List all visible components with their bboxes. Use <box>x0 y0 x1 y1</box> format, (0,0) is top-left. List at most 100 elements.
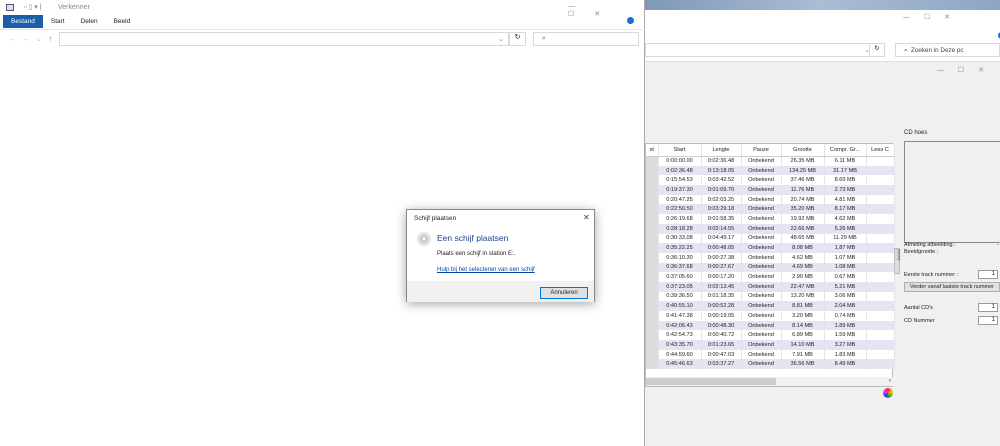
column-header[interactable]: Lees C <box>866 144 895 157</box>
table-cell: 2.90 MB <box>781 272 825 282</box>
refresh-icon[interactable]: ↻ <box>509 32 526 46</box>
table-cell: 0:37:05.60 <box>658 272 702 282</box>
disc-icon <box>417 232 431 246</box>
row-cell <box>646 175 659 186</box>
table-cell: 26.35 MB <box>781 156 825 166</box>
row-cell <box>646 204 659 215</box>
table-cell: 0:36:10.30 <box>658 252 702 263</box>
table-cell: 0:28:18.28 <box>658 223 702 234</box>
table-row[interactable]: 0:43:35.70 0:01:23.65 Onbekend 14.10 MB 3.27… <box>646 340 895 350</box>
image-size-label: Afmeting afbeelding : <box>904 242 956 248</box>
table-cell: Onbekend <box>741 330 782 341</box>
table-cell <box>866 185 895 195</box>
window-controls[interactable]: —☐✕ <box>568 3 644 18</box>
table-row[interactable]: 0:00:00.00 0:02:36.48 Onbekend 26.35 MB 6.11… <box>646 156 895 166</box>
table-row[interactable]: 0:26:19.68 0:01:58.35 Onbekend 19.92 MB 4.62… <box>646 214 895 224</box>
table-cell: 0:00:47.03 <box>701 349 742 360</box>
column-header[interactable]: Grootte <box>781 144 825 157</box>
row-cell <box>646 165 659 176</box>
explorer-window-background[interactable]: —☐✕ ⌄ ↻ ⌕ Zoeken in Deze pc <box>645 10 1000 62</box>
table-row[interactable]: 0:41:47.38 0:00:19.05 Onbekend 3.20 MB 0.74 … <box>646 311 895 321</box>
column-header[interactable]: Compr. Gr... <box>824 144 867 157</box>
table-row[interactable]: 0:28:18.28 0:02:14.55 Onbekend 22.66 MB 5.26… <box>646 223 895 234</box>
table-cell: 0:00:27.67 <box>701 262 742 273</box>
row-cell <box>646 233 659 244</box>
column-header[interactable]: Lengte <box>701 144 742 157</box>
cd-count-input[interactable]: 1 <box>978 303 998 312</box>
window-controls[interactable]: —☐✕ <box>937 66 998 74</box>
cd-number-input[interactable]: 1 <box>978 316 998 325</box>
table-row[interactable]: 0:02:36.48 0:13:18.05 Onbekend 134.25 MB 31.… <box>646 165 895 176</box>
cd-cover-image[interactable] <box>904 141 1000 243</box>
table-cell: 0:00:27.38 <box>701 252 742 263</box>
table-row[interactable]: 0:20:47.25 0:02:03.25 Onbekend 20.74 MB 4.81… <box>646 194 895 205</box>
table-cell: Onbekend <box>741 359 782 370</box>
table-row[interactable]: 0:19:37.30 0:01:09.70 Onbekend 11.76 MB 2.73… <box>646 185 895 195</box>
dialog-heading: Een schijf plaatsen <box>437 233 509 243</box>
column-header[interactable]: Pauze <box>741 144 782 157</box>
table-row[interactable]: 0:44:59.60 0:00:47.03 Onbekend 7.91 MB 1.83 … <box>646 349 895 360</box>
window-controls[interactable]: —☐✕ <box>903 13 964 21</box>
tab-beeld[interactable]: Beeld <box>106 15 139 28</box>
tab-delen[interactable]: Delen <box>73 15 106 28</box>
table-row[interactable]: 0:37:05.60 0:00:17.20 Onbekend 2.90 MB 0.67 … <box>646 272 895 282</box>
table-cell: 3.06 MB <box>824 291 867 302</box>
refresh-icon[interactable]: ↻ <box>869 43 885 57</box>
search-input[interactable]: ⌕ <box>533 32 639 46</box>
table-row[interactable]: 0:37:23.05 0:02:13.45 Onbekend 22.47 MB 5.21… <box>646 281 895 292</box>
help-link[interactable]: Hulp bij het selecteren van een schijf <box>437 267 535 273</box>
table-cell <box>866 175 895 186</box>
tab-start[interactable]: Start <box>43 15 73 28</box>
help-icon[interactable] <box>627 17 634 24</box>
track-table[interactable]: st Start Lengte Pauze Grootte Compr. Gr... Lee… <box>645 143 895 387</box>
continue-from-last-track-button[interactable]: Verder vanaf laatste track nummer <box>904 282 1000 292</box>
table-row[interactable]: 0:40:55.10 0:00:52.28 Onbekend 8.81 MB 2.04 … <box>646 301 895 311</box>
table-cell: 14.10 MB <box>781 340 825 350</box>
first-track-input[interactable]: 1 <box>978 270 998 279</box>
table-cell: 36.56 MB <box>781 359 825 370</box>
table-row[interactable]: 0:22:50.50 0:03:29.18 Onbekend 35.20 MB 8.17… <box>646 204 895 215</box>
table-cell: 0:41:47.38 <box>658 311 702 321</box>
scrollbar-thumb[interactable] <box>646 378 776 385</box>
expand-panel-button[interactable]: >>>> <box>894 248 901 274</box>
table-row[interactable]: 0:39:36.50 0:01:18.35 Onbekend 13.20 MB 3.06… <box>646 291 895 302</box>
search-input[interactable]: ⌕ Zoeken in Deze pc <box>895 43 1000 57</box>
table-cell: Onbekend <box>741 311 782 321</box>
table-cell <box>866 262 895 273</box>
table-row[interactable]: 0:45:46.63 0:03:37.27 Onbekend 36.56 MB 8.49… <box>646 359 895 370</box>
table-row[interactable]: 0:42:54.73 0:00:40.72 Onbekend 6.89 MB 1.59 … <box>646 330 895 341</box>
table-cell: Onbekend <box>741 281 782 292</box>
address-bar[interactable]: ⌄ <box>645 43 885 57</box>
nav-buttons[interactable]: ←→⌄↑ <box>8 35 59 43</box>
table-row[interactable]: 0:15:54.53 0:03:42.52 Onbekend 37.46 MB 8.69… <box>646 175 895 186</box>
quick-access-icons[interactable]: ▫ ▯ ▾ | <box>24 3 42 11</box>
cancel-button[interactable]: Annuleren <box>540 287 588 299</box>
close-icon[interactable]: ✕ <box>583 213 590 222</box>
table-cell: 0:15:54.53 <box>658 175 702 186</box>
row-cell <box>646 194 659 205</box>
tab-bestand[interactable]: Bestand <box>3 15 43 28</box>
table-cell: 0:00:52.28 <box>701 301 742 311</box>
table-row[interactable]: 0:30:33.08 0:04:49.17 Onbekend 48.65 MB 11.2… <box>646 233 895 244</box>
table-cell: 0:42:06.43 <box>658 320 702 331</box>
table-cell: 2.04 MB <box>824 301 867 311</box>
row-cell <box>646 156 659 166</box>
address-bar[interactable]: ⌄ <box>59 32 509 46</box>
table-row[interactable]: 0:36:37.68 0:00:27.67 Onbekend 4.69 MB 1.08 … <box>646 262 895 273</box>
table-cell: 3.20 MB <box>781 311 825 321</box>
horizontal-scrollbar[interactable]: › <box>646 377 894 386</box>
column-header[interactable]: Start <box>658 144 702 157</box>
table-cell: 20.74 MB <box>781 194 825 205</box>
table-row[interactable]: 0:42:06.43 0:00:48.30 Onbekend 8.14 MB 1.89 … <box>646 320 895 331</box>
table-cell: 8.14 MB <box>781 320 825 331</box>
table-cell: Onbekend <box>741 175 782 186</box>
cd-cover-label: CD hoes <box>904 130 928 136</box>
table-row[interactable]: 0:36:10.30 0:00:27.38 Onbekend 4.62 MB 1.07 … <box>646 252 895 263</box>
table-row[interactable]: 0:35:22.25 0:00:48.05 Onbekend 8.08 MB 1.87 … <box>646 243 895 253</box>
table-cell: Onbekend <box>741 194 782 205</box>
table-cell: 6.11 MB <box>824 156 867 166</box>
table-cell <box>866 291 895 302</box>
column-header[interactable]: st <box>646 144 659 157</box>
table-cell: 0:01:58.35 <box>701 214 742 224</box>
insert-disc-dialog: Schijf plaatsen ✕ Een schijf plaatsen Pl… <box>406 209 595 302</box>
